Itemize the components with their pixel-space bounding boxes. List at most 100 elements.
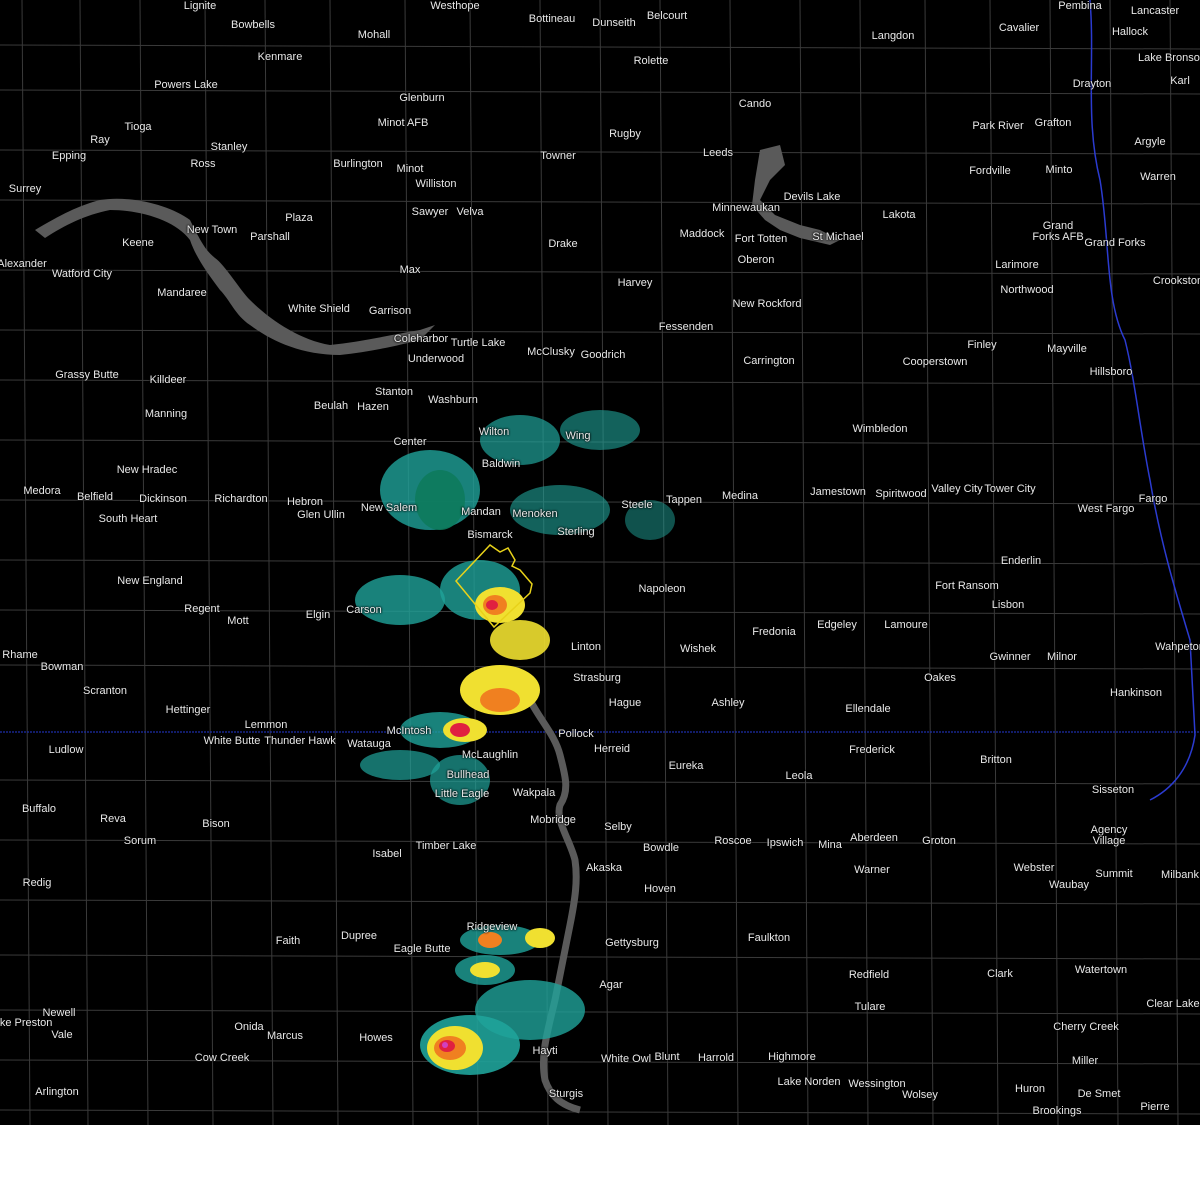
- city-label: Mandaree: [157, 287, 207, 299]
- city-label: Howes: [359, 1032, 393, 1044]
- city-label: New Hradec: [116, 464, 178, 476]
- city-label: Lemmon: [244, 719, 288, 731]
- city-label: Milnor: [1047, 651, 1077, 663]
- city-label: Herreid: [593, 743, 631, 755]
- city-label: Bowbells: [230, 19, 276, 31]
- city-label: Thunder Hawk: [264, 735, 336, 747]
- city-label: Sorum: [123, 835, 157, 847]
- city-label: Sisseton: [1091, 784, 1135, 796]
- city-label: Lignite: [183, 0, 217, 12]
- city-label: Menoken: [512, 508, 558, 520]
- city-label: Aberdeen: [850, 832, 898, 844]
- city-label: Village: [1092, 835, 1126, 847]
- city-label: Sawyer: [411, 206, 449, 218]
- city-label: Fort Totten: [734, 233, 788, 245]
- city-label: Hague: [608, 697, 642, 709]
- city-label: Maddock: [679, 228, 725, 240]
- city-label: Clear Lake: [1146, 998, 1200, 1010]
- city-label: Tioga: [124, 121, 152, 133]
- city-label: Beulah: [313, 400, 349, 412]
- city-label: Huron: [1015, 1083, 1045, 1095]
- city-label: Lancaster: [1130, 5, 1180, 17]
- city-label: Bismarck: [467, 529, 513, 541]
- city-label: Rugby: [609, 128, 641, 140]
- city-label: New Rockford: [732, 298, 802, 310]
- city-label: Gwinner: [989, 651, 1031, 663]
- city-label: Oakes: [924, 672, 956, 684]
- radar-map[interactable]: Lignite Westhope Pembina Lancaster Bowbells M…: [0, 0, 1200, 1125]
- city-label: Karl: [1170, 75, 1190, 87]
- city-label: Pierre: [1140, 1101, 1170, 1113]
- city-label: Burlington: [333, 158, 383, 170]
- city-label: Wakpala: [512, 787, 556, 799]
- city-label: Sturgis: [548, 1088, 584, 1100]
- city-label: Stanley: [210, 141, 248, 153]
- city-label: Waubay: [1049, 879, 1089, 891]
- city-label: Ross: [190, 158, 216, 170]
- city-label: Vale: [51, 1029, 73, 1041]
- city-label: Fredonia: [752, 626, 796, 638]
- city-label: Timber Lake: [415, 840, 477, 852]
- city-label: Northwood: [1000, 284, 1054, 296]
- city-label: Grassy Butte: [55, 369, 119, 381]
- city-label: Steele: [621, 499, 653, 511]
- city-label: Minto: [1045, 164, 1073, 176]
- city-label: Enderlin: [1000, 555, 1042, 567]
- city-label: Reva: [100, 813, 126, 825]
- city-label: Grand Forks: [1084, 237, 1146, 249]
- city-label: Drayton: [1072, 78, 1112, 90]
- city-label: White Owl: [600, 1053, 652, 1065]
- city-label: Lake Preston: [0, 1017, 53, 1029]
- city-label: Faith: [275, 935, 301, 947]
- footer-blank: [0, 1125, 1200, 1200]
- city-label: Blunt: [654, 1051, 680, 1063]
- city-label: Highmore: [768, 1051, 816, 1063]
- city-label: Groton: [922, 835, 956, 847]
- city-label: Epping: [51, 150, 87, 162]
- city-label: Keene: [122, 237, 154, 249]
- city-label: Towner: [540, 150, 576, 162]
- city-label: McLaughlin: [461, 749, 519, 761]
- city-label: Bottineau: [528, 13, 576, 25]
- city-label: Spiritwood: [875, 488, 927, 500]
- city-label: Elgin: [305, 609, 331, 621]
- city-label: Selby: [604, 821, 632, 833]
- city-label: Arlington: [35, 1086, 79, 1098]
- city-label: Devils Lake: [783, 191, 841, 203]
- city-label: Mandan: [461, 506, 501, 518]
- red-river: [1089, 0, 1196, 801]
- city-label: Bowdle: [642, 842, 680, 854]
- city-label: White Shield: [288, 303, 350, 315]
- city-label: Summit: [1095, 868, 1133, 880]
- city-label: Sterling: [557, 526, 595, 538]
- city-label: Edgeley: [817, 619, 857, 631]
- city-label: Fessenden: [658, 321, 714, 333]
- city-label: De Smet: [1077, 1088, 1121, 1100]
- city-label: Grafton: [1034, 117, 1072, 129]
- city-label: Roscoe: [714, 835, 752, 847]
- city-label: White Butte: [203, 735, 261, 747]
- city-label: Hebron: [286, 496, 324, 508]
- city-label: Buffalo: [21, 803, 57, 815]
- city-label: Crookston: [1152, 275, 1200, 287]
- city-label: Wishek: [679, 643, 717, 655]
- city-label: Williston: [415, 178, 457, 190]
- city-label: Hallock: [1111, 26, 1149, 38]
- city-label: Pembina: [1058, 0, 1102, 12]
- city-label: Minot AFB: [377, 117, 429, 129]
- city-label: Powers Lake: [154, 79, 218, 91]
- city-label: Fordville: [969, 165, 1011, 177]
- city-label: Leeds: [703, 147, 733, 159]
- city-label: Baldwin: [481, 458, 521, 470]
- city-label: Finley: [967, 339, 997, 351]
- city-label: Rolette: [633, 55, 669, 67]
- city-label: Belcourt: [646, 10, 688, 22]
- city-label: Isabel: [372, 848, 402, 860]
- city-label: Mohall: [357, 29, 391, 41]
- city-label: Ellendale: [845, 703, 891, 715]
- city-label: Onida: [234, 1021, 264, 1033]
- city-label: Hayti: [532, 1045, 558, 1057]
- city-label: Watertown: [1074, 964, 1128, 976]
- city-label: Jamestown: [810, 486, 866, 498]
- city-label: Manning: [144, 408, 188, 420]
